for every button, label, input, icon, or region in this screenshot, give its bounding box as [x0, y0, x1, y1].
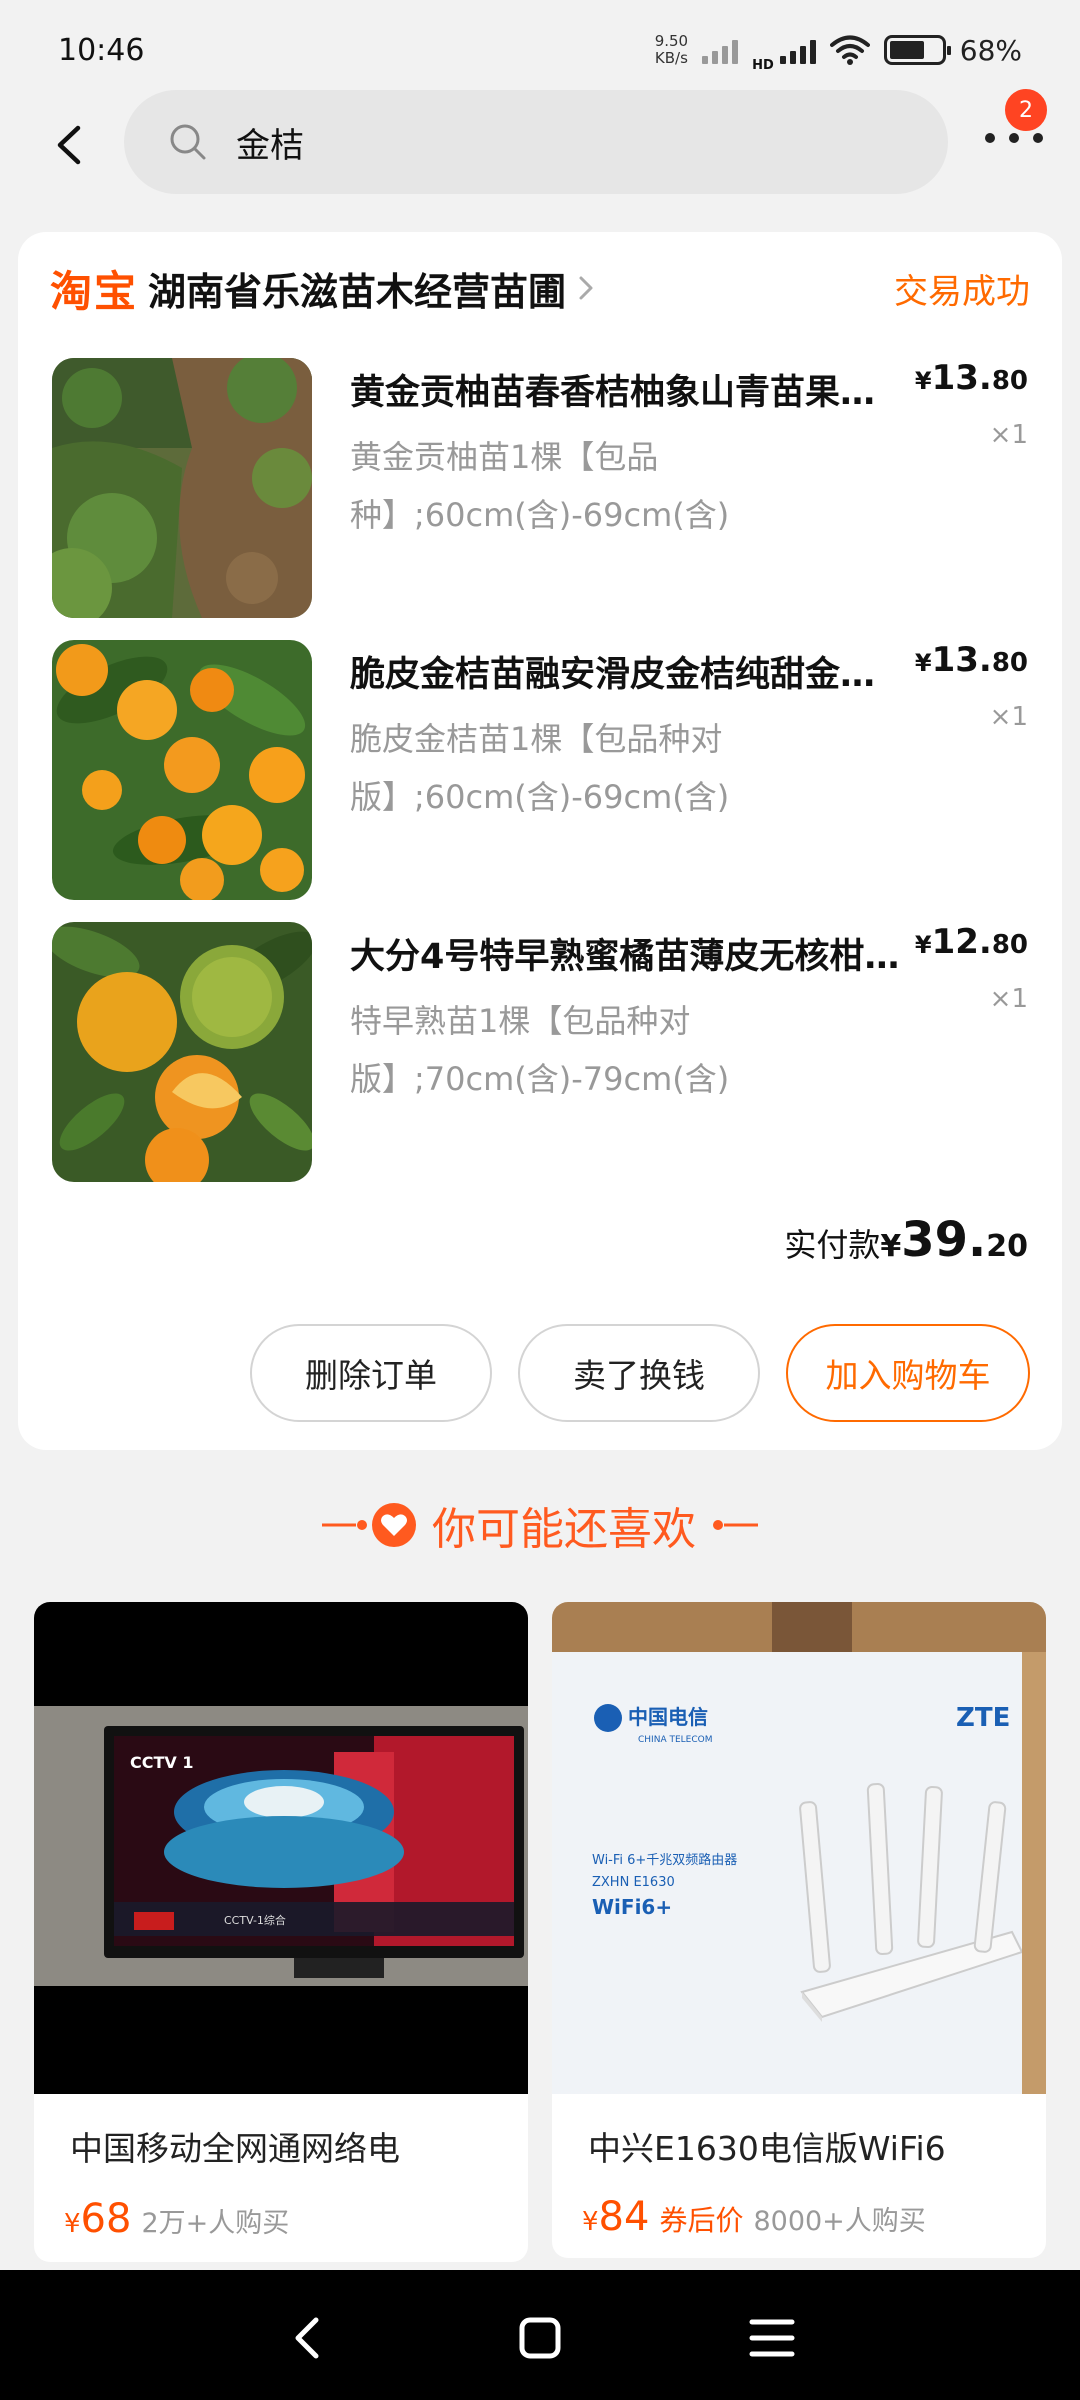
network-speed-value: 9.50	[654, 32, 689, 50]
search-icon	[170, 124, 206, 160]
product-image[interactable]: CCTV 1 CCTV-1综合	[34, 1602, 528, 2094]
price-dec: 80	[991, 366, 1028, 396]
order-status: 交易成功	[894, 271, 1030, 312]
product-price: 84	[598, 2194, 650, 2240]
router-line3: WiFi6+	[592, 1895, 672, 1919]
status-time: 10:46	[58, 32, 145, 68]
price-yen: ¥	[914, 367, 932, 395]
product-sales: 8000+人购买	[753, 2206, 926, 2237]
heart-icon	[372, 1503, 416, 1547]
item-quantity: ×1	[989, 420, 1028, 450]
nav-menu-icon[interactable]	[742, 2308, 802, 2368]
router-line2: ZXHN E1630	[592, 1875, 675, 1890]
price-dec: 80	[991, 648, 1028, 678]
order-item[interactable]: 大分4号特早熟蜜橘苗薄皮无核柑橘苗 特早熟苗1棵【包品种对版】;70cm(含)-…	[52, 922, 1028, 1182]
item-price: ¥12.80	[915, 922, 1028, 962]
signal-1-icon	[702, 36, 739, 64]
left-deco-icon	[322, 1520, 367, 1530]
product-coupon: 券后价	[659, 2204, 744, 2237]
item-price: ¥13.80	[915, 358, 1028, 398]
status-bar: 10:46 9.50 KB/s HD 68%	[0, 0, 1080, 100]
product-price: 68	[80, 2196, 132, 2242]
price-int: 13.	[931, 640, 992, 680]
network-speed: 9.50 KB/s	[655, 33, 688, 67]
wifi-icon	[829, 35, 870, 65]
tv-channel-label: CCTV 1	[130, 1753, 193, 1772]
item-title: 脆皮金桔苗融安滑皮金桔纯甜金柑树苗	[350, 655, 910, 695]
item-title: 大分4号特早熟蜜橘苗薄皮无核柑橘苗	[350, 937, 910, 977]
product-title: 中兴E1630电信版WiFi6	[588, 2129, 946, 2168]
zte-logo: ZTE	[956, 1703, 1010, 1733]
product-image[interactable]	[52, 922, 312, 1182]
recommend-header: 你可能还喜欢	[0, 1490, 1080, 1560]
product-image[interactable]: 中国电信 CHINA TELECOM ZTE Wi-Fi 6+千兆双频路由器 Z…	[552, 1602, 1046, 2094]
chevron-right-icon	[579, 276, 593, 300]
product-card[interactable]: CCTV 1 CCTV-1综合 中国移动全网通网络电 ¥ 68 2万+人购买	[34, 1602, 528, 2262]
hd-label: HD	[752, 57, 774, 73]
price-int: 12.	[931, 922, 992, 962]
product-sales: 2万+人购买	[141, 2208, 290, 2239]
item-quantity: ×1	[989, 984, 1028, 1014]
paid-total: 实付款 ¥ 39. 20	[784, 1212, 1028, 1268]
paid-label: 实付款	[784, 1226, 881, 1264]
network-speed-unit: KB/s	[654, 49, 688, 67]
product-image[interactable]	[52, 640, 312, 900]
price-int: 13.	[931, 358, 992, 398]
paid-yen: ¥	[880, 1229, 902, 1264]
paid-int: 39.	[901, 1212, 987, 1268]
search-query: 金桔	[236, 125, 304, 166]
signal-2-icon	[779, 36, 816, 64]
sell-for-cash-button[interactable]: 卖了换钱	[518, 1324, 760, 1422]
price-dec: 80	[991, 930, 1028, 960]
nav-home-icon[interactable]	[510, 2308, 570, 2368]
router-brand-en: CHINA TELECOM	[638, 1735, 712, 1745]
price-yen: ¥	[914, 931, 932, 959]
item-sku: 脆皮金桔苗1棵【包品种对版】;60cm(含)-69cm(含)	[350, 720, 730, 816]
status-icons: 9.50 KB/s HD 68%	[655, 28, 1022, 73]
product-yen: ¥	[582, 2207, 599, 2237]
recommend-title: 你可能还喜欢	[432, 1504, 696, 1555]
order-item[interactable]: 黄金贡柚苗春香桔柚象山青苗果树苗嫁接 黄金贡柚苗1棵【包品种】;60cm(含)-…	[52, 358, 1028, 618]
product-meta: ¥ 84 券后价 8000+人购买	[582, 2194, 926, 2240]
battery-icon	[883, 35, 951, 65]
system-nav-bar	[0, 2270, 1080, 2400]
nav-back-icon[interactable]	[278, 2308, 338, 2368]
price-yen: ¥	[914, 649, 932, 677]
taobao-logo: 淘宝	[50, 266, 139, 316]
product-image[interactable]	[52, 358, 312, 618]
product-meta: ¥ 68 2万+人购买	[64, 2196, 289, 2242]
item-sku: 特早熟苗1棵【包品种对版】;70cm(含)-79cm(含)	[350, 1002, 730, 1098]
store-name[interactable]: 湖南省乐滋苗木经营苗圃	[148, 261, 566, 316]
back-arrow-icon[interactable]	[48, 120, 92, 170]
add-to-cart-button[interactable]: 加入购物车	[786, 1324, 1030, 1422]
router-brand-cn: 中国电信	[628, 1705, 708, 1729]
order-item[interactable]: 脆皮金桔苗融安滑皮金桔纯甜金柑树苗 脆皮金桔苗1棵【包品种对版】;60cm(含)…	[52, 640, 1028, 900]
item-quantity: ×1	[989, 702, 1028, 732]
right-deco-icon	[713, 1520, 758, 1530]
item-price: ¥13.80	[915, 640, 1028, 680]
battery-percent: 68%	[959, 33, 1022, 67]
delete-order-button[interactable]: 删除订单	[250, 1324, 492, 1422]
store-header[interactable]: 淘宝 湖南省乐滋苗木经营苗圃 交易成功	[50, 258, 1030, 318]
product-yen: ¥	[64, 2209, 81, 2239]
product-title: 中国移动全网通网络电	[70, 2129, 400, 2168]
router-line1: Wi-Fi 6+千兆双频路由器	[592, 1852, 737, 1868]
paid-dec: 20	[986, 1229, 1028, 1264]
product-card[interactable]: 中国电信 CHINA TELECOM ZTE Wi-Fi 6+千兆双频路由器 Z…	[552, 1602, 1046, 2258]
battery-fill	[889, 41, 924, 59]
search-input[interactable]: 金桔	[124, 90, 948, 194]
order-card[interactable]: 淘宝 湖南省乐滋苗木经营苗圃 交易成功 黄金贡柚苗春香桔柚象山青苗果树苗嫁接 黄…	[18, 232, 1062, 1450]
notification-badge: 2	[1002, 86, 1050, 134]
item-title: 黄金贡柚苗春香桔柚象山青苗果树苗嫁接	[350, 373, 910, 413]
tv-caption: CCTV-1综合	[224, 1913, 286, 1927]
item-sku: 黄金贡柚苗1棵【包品种】;60cm(含)-69cm(含)	[350, 438, 730, 534]
top-bar: 金桔	[0, 90, 1080, 200]
